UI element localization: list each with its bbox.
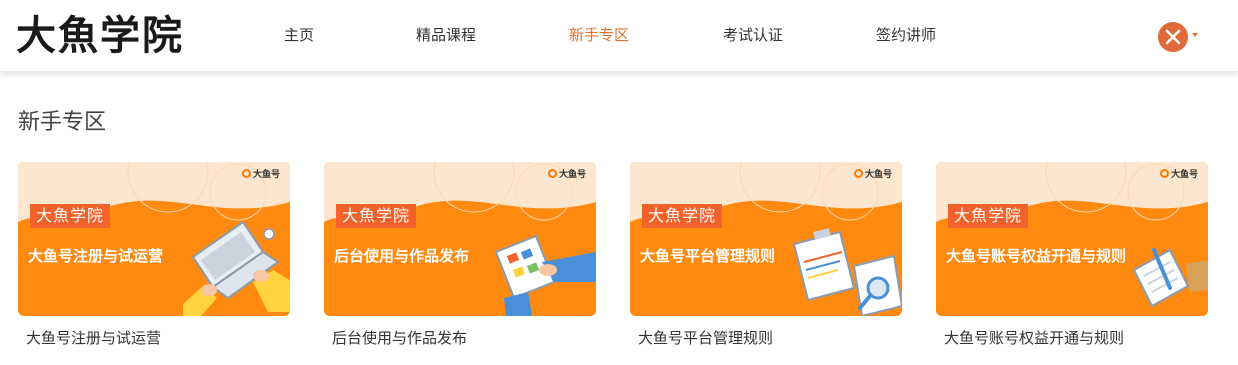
brand-mark: 大鱼号 xyxy=(547,167,586,180)
course-banner[interactable]: 大鱼号 大魚学院 大鱼号平台管理规则 xyxy=(630,162,902,316)
nav-exam-certification[interactable]: 考试认证 xyxy=(723,25,783,45)
brand-logo-icon xyxy=(241,169,251,178)
site-logo[interactable]: 大魚学院 xyxy=(16,10,184,62)
nav-beginner-zone[interactable]: 新手专区 xyxy=(569,25,629,45)
nav-contracted-lecturers[interactable]: 签约讲师 xyxy=(876,25,936,45)
course-banner[interactable]: 大鱼号 大魚学院 大鱼号注册与试运营 xyxy=(18,162,290,316)
course-title[interactable]: 后台使用与作品发布 xyxy=(324,328,596,348)
brand-label: 大鱼号 xyxy=(558,170,586,180)
course-title[interactable]: 大鱼号账号权益开通与规则 xyxy=(936,328,1208,348)
academy-tag: 大魚学院 xyxy=(642,204,723,228)
brand-mark: 大鱼号 xyxy=(241,167,280,180)
academy-tag: 大魚学院 xyxy=(948,204,1029,228)
section-title: 新手专区 xyxy=(18,110,107,135)
brand-logo-icon xyxy=(853,169,863,178)
user-avatar[interactable] xyxy=(1158,22,1188,52)
nav-premium-courses[interactable]: 精品课程 xyxy=(416,25,476,45)
course-title[interactable]: 大鱼号注册与试运营 xyxy=(18,328,290,348)
course-banner[interactable]: 大鱼号 大魚学院 大鱼号账号权益开通与规则 xyxy=(936,162,1208,316)
course-title[interactable]: 大鱼号平台管理规则 xyxy=(630,328,902,348)
clipboard-magnifier-icon xyxy=(792,228,902,316)
nav-home[interactable]: 主页 xyxy=(284,25,314,45)
course-card[interactable]: 大鱼号 大魚学院 大鱼号平台管理规则 大鱼号平台管理规则 xyxy=(630,162,902,348)
document-pencil-icon xyxy=(1132,248,1208,308)
course-card[interactable]: 大鱼号 大魚学院 后台使用与作品发布 后台使用与作品发布 xyxy=(324,162,596,348)
chevron-down-icon[interactable] xyxy=(1192,33,1198,37)
banner-title: 大鱼号平台管理规则 xyxy=(640,247,776,265)
brand-label: 大鱼号 xyxy=(864,170,892,180)
banner-title: 后台使用与作品发布 xyxy=(334,247,470,265)
course-card[interactable]: 大鱼号 大魚学院 大鱼号账号权益开通与规则 大鱼号账号权益开通与规则 xyxy=(936,162,1208,348)
tablet-hand-icon xyxy=(494,234,596,316)
brand-label: 大鱼号 xyxy=(252,170,280,180)
laptop-hands-icon xyxy=(183,220,290,316)
academy-tag: 大魚学院 xyxy=(336,204,417,228)
top-navigation-bar: 大魚学院 主页 精品课程 新手专区 考试认证 签约讲师 xyxy=(0,0,1238,72)
banner-title: 大鱼号账号权益开通与规则 xyxy=(946,247,1127,265)
brand-mark: 大鱼号 xyxy=(1159,167,1198,180)
course-banner[interactable]: 大鱼号 大魚学院 后台使用与作品发布 xyxy=(324,162,596,316)
banner-title: 大鱼号注册与试运营 xyxy=(28,247,164,265)
close-x-icon xyxy=(1165,29,1181,45)
academy-tag: 大魚学院 xyxy=(30,204,111,228)
brand-mark: 大鱼号 xyxy=(853,167,892,180)
course-card[interactable]: 大鱼号 大魚学院 大鱼号注册与试运营 大鱼号注册与试运营 xyxy=(18,162,290,348)
brand-logo-icon xyxy=(1159,169,1169,178)
brand-logo-icon xyxy=(547,169,557,178)
brand-label: 大鱼号 xyxy=(1170,170,1198,180)
